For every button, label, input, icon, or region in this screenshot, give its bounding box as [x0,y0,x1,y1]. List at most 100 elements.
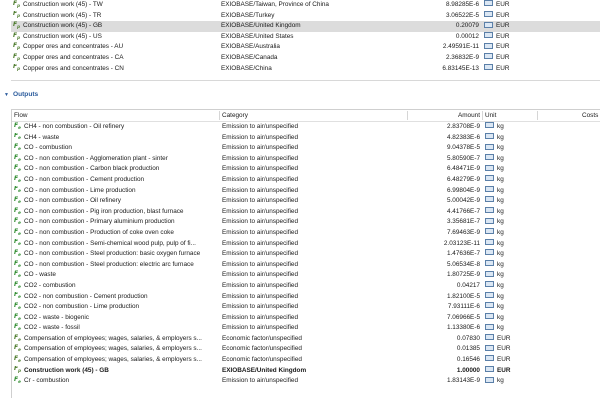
amount-cell[interactable]: 6.48279E-9 [408,175,480,186]
table-row[interactable]: Fp Construction work (45) - US EXIOBASE/Un… [11,32,600,43]
unit-cell[interactable]: kg [485,323,535,334]
table-row[interactable]: Fe CO - non combustion - Production of co… [12,228,600,239]
table-row[interactable]: Fe CO2 - non combustion - Cement producti… [12,292,600,303]
table-row[interactable]: Fe CO - non combustion - Carbon black pro… [12,164,600,175]
unit-cell[interactable]: kg [485,228,535,239]
table-row[interactable]: Fe Cr - combustion Emission to air/unspeci… [12,376,600,387]
column-divider[interactable] [482,111,483,120]
unit-cell[interactable]: EUR [484,63,534,75]
amount-cell[interactable]: 1.00000 [408,366,480,377]
amount-cell[interactable]: 2.83708E-9 [408,122,480,133]
amount-cell[interactable]: 0.20079 [407,21,479,32]
table-row[interactable]: Fe CO2 - combustion Emission to air/unspec… [12,281,600,292]
unit-cell[interactable]: EUR [485,334,535,345]
table-row[interactable]: Fe CO - non combustion - Lime production E… [12,186,600,197]
amount-cell[interactable]: 6.83145E-13 [407,64,479,75]
table-row[interactable]: Fe CO - non combustion - Semi-chemical wo… [12,239,600,250]
unit-cell[interactable]: kg [485,313,535,324]
amount-cell[interactable]: 0.16546 [408,355,480,366]
table-row[interactable]: Fe CH4 - non combustion - Oil refinery Emi… [12,122,600,133]
column-header-amount[interactable]: Amount [408,110,480,121]
table-row[interactable]: Fe CO2 - waste - biogenic Emission to air/… [12,313,600,324]
unit-cell[interactable]: kg [485,291,535,303]
column-header-category[interactable]: Category [222,110,406,121]
unit-cell[interactable]: kg [485,217,535,228]
column-divider[interactable] [537,111,538,120]
amount-cell[interactable]: 9.04378E-5 [408,143,480,154]
column-header-unit[interactable]: Unit [485,110,535,121]
table-row[interactable]: Fe CO - non combustion - Primary aluminiu… [12,217,600,228]
unit-cell[interactable]: kg [485,376,535,387]
amount-cell[interactable]: 5.06534E-8 [408,260,480,271]
amount-cell[interactable]: 7.69463E-9 [408,228,480,239]
unit-cell[interactable]: EUR [484,0,534,11]
amount-cell[interactable]: 3.06522E-5 [407,11,479,22]
column-divider[interactable] [219,111,220,120]
amount-cell[interactable]: 8.98285E-6 [407,0,479,11]
table-row[interactable]: Fp Construction work (45) - TW EXIOBASE/Ta… [11,0,600,11]
amount-cell[interactable]: 4.41766E-7 [408,207,480,218]
unit-cell[interactable]: EUR [484,21,534,32]
unit-cell[interactable]: kg [485,154,535,165]
table-row[interactable]: Fe CO - combustion Emission to air/unspeci… [12,143,600,154]
amount-cell[interactable]: 0.01385 [408,344,480,355]
column-header-flow[interactable]: Flow [14,110,218,121]
amount-cell[interactable]: 6.99804E-9 [408,186,480,197]
amount-cell[interactable]: 0.00012 [407,32,479,43]
table-row[interactable]: Fe CO - non combustion - Cement productio… [12,175,600,186]
table-row[interactable]: Fe CO - non combustion - Steel production… [12,260,600,271]
unit-cell[interactable]: EUR [484,10,534,22]
amount-cell[interactable]: 3.35681E-7 [408,217,480,228]
amount-cell[interactable]: 0.07830 [408,334,480,345]
amount-cell[interactable]: 7.93111E-6 [408,302,480,313]
unit-cell[interactable]: EUR [485,344,535,355]
table-row[interactable]: Fe CO2 - waste - fossil Emission to air/un… [12,323,600,334]
unit-cell[interactable]: kg [485,302,535,313]
unit-cell[interactable]: kg [485,164,535,175]
unit-cell[interactable]: kg [485,270,535,281]
table-row[interactable]: Fp Construction work (45) - GB EXIOBASE/Un… [12,366,600,377]
amount-cell[interactable]: 2.49591E-11 [407,42,479,53]
unit-cell[interactable]: EUR [484,42,534,53]
table-row[interactable]: Fe Compensation of employees; wages, sala… [12,334,600,345]
table-row[interactable]: Fe CO - waste Emission to air/unspecified 1… [12,270,600,281]
unit-cell[interactable]: EUR [484,53,534,64]
table-row[interactable]: Fe CO2 - non combustion - Lime production… [12,302,600,313]
unit-cell[interactable]: kg [485,175,535,186]
amount-cell[interactable]: 2.36832E-9 [407,53,479,64]
unit-cell[interactable]: EUR [485,365,535,377]
amount-cell[interactable]: 5.80590E-7 [408,154,480,165]
amount-cell[interactable]: 0.04217 [408,281,480,292]
table-row[interactable]: Fe Compensation of employees; wages, sala… [12,344,600,355]
table-row[interactable]: Fp Construction work (45) - TR EXIOBASE/Tu… [11,11,600,22]
table-row[interactable]: Fp Copper ores and concentrates - AU EXIOB… [11,42,600,53]
amount-cell[interactable]: 1.82100E-5 [408,292,480,303]
table-row[interactable]: Fp Copper ores and concentrates - CA EXIOB… [11,53,600,64]
table-row[interactable]: Fe CH4 - waste Emission to air/unspecified… [12,133,600,144]
table-row[interactable]: Fe Compensation of employees; wages, sala… [12,355,600,366]
amount-cell[interactable]: 1.47636E-7 [408,249,480,260]
outputs-section-header[interactable]: ▼ Outputs [4,90,38,100]
table-row[interactable]: Fe CO - non combustion - Oil refinery Emis… [12,196,600,207]
unit-cell[interactable]: EUR [484,32,534,43]
chevron-down-icon[interactable]: ▼ [4,90,9,100]
table-row[interactable]: Fp Construction work (45) - GB EXIOBASE/Un… [11,21,600,32]
amount-cell[interactable]: 6.48471E-9 [408,164,480,175]
amount-cell[interactable]: 1.80725E-9 [408,270,480,281]
column-header-costs[interactable]: Costs [582,110,600,121]
amount-cell[interactable]: 1.83143E-9 [408,376,480,387]
amount-cell[interactable]: 1.13380E-6 [408,323,480,334]
unit-cell[interactable]: kg [485,122,535,133]
unit-cell[interactable]: kg [485,238,535,250]
amount-cell[interactable]: 5.00042E-9 [408,196,480,207]
table-row[interactable]: Fp Copper ores and concentrates - CN EXIOB… [11,64,600,75]
table-row[interactable]: Fe CO - non combustion - Pig iron product… [12,207,600,218]
unit-cell[interactable]: kg [485,143,535,154]
unit-cell[interactable]: kg [485,196,535,207]
table-row[interactable]: Fe CO - non combustion - Agglomeration pl… [12,154,600,165]
unit-cell[interactable]: kg [485,281,535,292]
amount-cell[interactable]: 7.06966E-5 [408,313,480,324]
unit-cell[interactable]: kg [485,185,535,197]
amount-cell[interactable]: 2.03123E-11 [408,239,480,250]
table-row[interactable]: Fe CO - non combustion - Steel production… [12,249,600,260]
